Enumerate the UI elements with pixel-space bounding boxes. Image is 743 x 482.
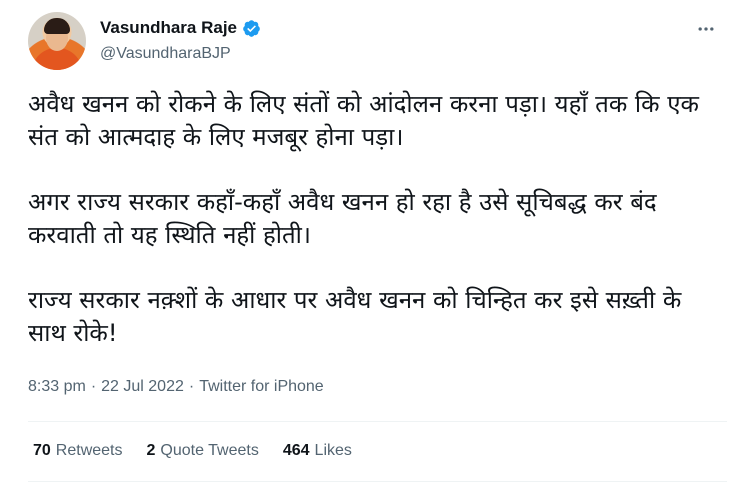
author-display-name[interactable]: Vasundhara Raje	[100, 18, 237, 38]
divider	[28, 421, 727, 422]
tweet-card: Vasundhara Raje @VasundharaBJP अवैध खनन …	[0, 0, 743, 482]
tweet-paragraph-3: राज्य सरकार नक़्शों के आधार पर अवैध खनन …	[28, 286, 682, 347]
retweets-count: 70	[33, 442, 51, 459]
engagement-stats: 70 Retweets 2 Quote Tweets 464 Likes	[33, 442, 352, 460]
author-name-row: Vasundhara Raje	[100, 18, 261, 38]
tweet-date[interactable]: 22 Jul 2022	[101, 378, 184, 396]
quote-tweets-stat[interactable]: 2 Quote Tweets	[147, 442, 259, 460]
retweets-label: Retweets	[55, 442, 123, 459]
avatar-saree	[32, 48, 82, 70]
retweets-stat[interactable]: 70 Retweets	[33, 442, 123, 460]
avatar-hair	[44, 18, 70, 34]
tweet-paragraph-1: अवैध खनन को रोकने के लिए संतों को आंदोलन…	[28, 90, 699, 151]
tweet-paragraph-2: अगर राज्य सरकार कहाँ-कहाँ अवैध खनन हो रह…	[28, 188, 657, 249]
verified-badge-icon	[242, 19, 261, 38]
author-handle[interactable]: @VasundharaBJP	[100, 45, 231, 63]
tweet-text: अवैध खनन को रोकने के लिए संतों को आंदोलन…	[28, 88, 718, 350]
meta-separator: ·	[90, 378, 97, 395]
meta-separator-2: ·	[188, 378, 195, 395]
tweet-source[interactable]: Twitter for iPhone	[199, 378, 324, 396]
likes-stat[interactable]: 464 Likes	[283, 442, 352, 460]
tweet-metadata: 8:33 pm · 22 Jul 2022 · Twitter for iPho…	[28, 378, 324, 396]
quote-tweets-label: Quote Tweets	[160, 442, 259, 459]
tweet-time[interactable]: 8:33 pm	[28, 378, 86, 396]
likes-label: Likes	[314, 442, 352, 459]
likes-count: 464	[282, 442, 310, 459]
more-options-icon[interactable]	[691, 14, 721, 44]
quote-tweets-count: 2	[146, 442, 156, 459]
avatar[interactable]	[28, 12, 86, 70]
